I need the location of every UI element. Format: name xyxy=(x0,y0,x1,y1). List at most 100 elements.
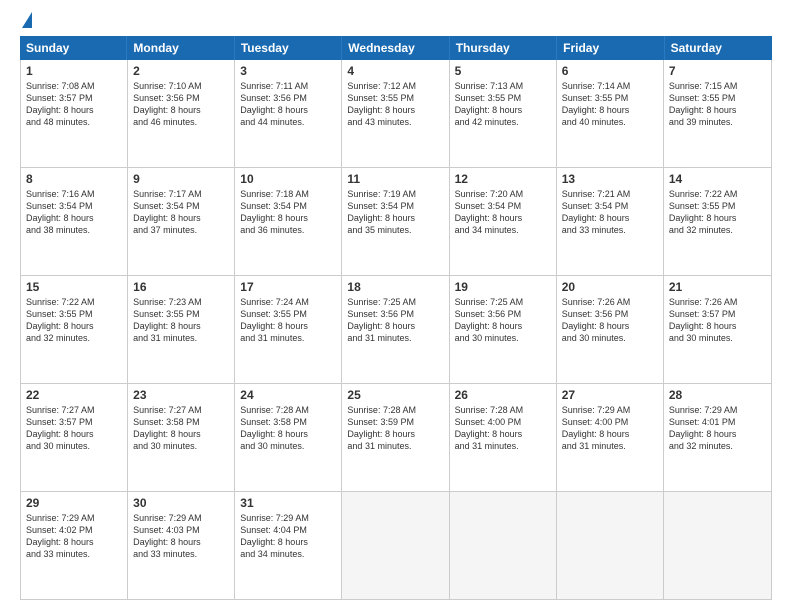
calendar-day-31: 31 Sunrise: 7:29 AMSunset: 4:04 PMDayligh… xyxy=(235,492,342,599)
day-number: 2 xyxy=(133,64,229,78)
day-number: 29 xyxy=(26,496,122,510)
day-number: 28 xyxy=(669,388,766,402)
calendar-week-1: 1 Sunrise: 7:08 AMSunset: 3:57 PMDaylight… xyxy=(21,60,771,168)
day-number: 24 xyxy=(240,388,336,402)
calendar-body: 1 Sunrise: 7:08 AMSunset: 3:57 PMDaylight… xyxy=(20,60,772,600)
day-number: 4 xyxy=(347,64,443,78)
day-number: 23 xyxy=(133,388,229,402)
day-number: 27 xyxy=(562,388,658,402)
header-day-saturday: Saturday xyxy=(665,36,772,60)
calendar-day-18: 18Sunrise: 7:25 AMSunset: 3:56 PMDayligh… xyxy=(342,276,449,383)
day-info: Sunrise: 7:10 AMSunset: 3:56 PMDaylight:… xyxy=(133,80,229,129)
day-info: Sunrise: 7:19 AMSunset: 3:54 PMDaylight:… xyxy=(347,188,443,237)
day-number: 21 xyxy=(669,280,766,294)
logo xyxy=(20,16,32,28)
calendar-week-3: 15Sunrise: 7:22 AMSunset: 3:55 PMDayligh… xyxy=(21,276,771,384)
calendar-day-14: 14 Sunrise: 7:22 AMSunset: 3:55 PMDayligh… xyxy=(664,168,771,275)
calendar-day-16: 16Sunrise: 7:23 AMSunset: 3:55 PMDayligh… xyxy=(128,276,235,383)
calendar-day-17: 17Sunrise: 7:24 AMSunset: 3:55 PMDayligh… xyxy=(235,276,342,383)
day-info: Sunrise: 7:27 AMSunset: 3:58 PMDaylight:… xyxy=(133,404,229,453)
day-number: 7 xyxy=(669,64,766,78)
calendar-day-20: 20Sunrise: 7:26 AMSunset: 3:56 PMDayligh… xyxy=(557,276,664,383)
page: SundayMondayTuesdayWednesdayThursdayFrid… xyxy=(0,0,792,612)
day-info: Sunrise: 7:21 AMSunset: 3:54 PMDaylight:… xyxy=(562,188,658,237)
day-info: Sunrise: 7:29 AMSunset: 4:02 PMDaylight:… xyxy=(26,512,122,561)
day-info: Sunrise: 7:12 AMSunset: 3:55 PMDaylight:… xyxy=(347,80,443,129)
calendar-day-21: 21 Sunrise: 7:26 AMSunset: 3:57 PMDayligh… xyxy=(664,276,771,383)
day-number: 25 xyxy=(347,388,443,402)
day-info: Sunrise: 7:29 AMSunset: 4:01 PMDaylight:… xyxy=(669,404,766,453)
day-number: 14 xyxy=(669,172,766,186)
day-info: Sunrise: 7:26 AMSunset: 3:57 PMDaylight:… xyxy=(669,296,766,345)
logo-triangle-icon xyxy=(22,12,32,28)
day-number: 5 xyxy=(455,64,551,78)
calendar-day-12: 12 Sunrise: 7:20 AMSunset: 3:54 PMDayligh… xyxy=(450,168,557,275)
day-number: 30 xyxy=(133,496,229,510)
day-info: Sunrise: 7:16 AMSunset: 3:54 PMDaylight:… xyxy=(26,188,122,237)
day-info: Sunrise: 7:20 AMSunset: 3:54 PMDaylight:… xyxy=(455,188,551,237)
calendar-day-13: 13 Sunrise: 7:21 AMSunset: 3:54 PMDayligh… xyxy=(557,168,664,275)
day-info: Sunrise: 7:29 AMSunset: 4:04 PMDaylight:… xyxy=(240,512,336,561)
calendar-rows: 1 Sunrise: 7:08 AMSunset: 3:57 PMDaylight… xyxy=(21,60,771,599)
day-info: Sunrise: 7:24 AMSunset: 3:55 PMDaylight:… xyxy=(240,296,336,345)
day-number: 18 xyxy=(347,280,443,294)
header-day-wednesday: Wednesday xyxy=(342,36,449,60)
calendar-day-15: 15Sunrise: 7:22 AMSunset: 3:55 PMDayligh… xyxy=(21,276,128,383)
calendar-day-29: 29 Sunrise: 7:29 AMSunset: 4:02 PMDayligh… xyxy=(21,492,128,599)
day-info: Sunrise: 7:29 AMSunset: 4:00 PMDaylight:… xyxy=(562,404,658,453)
calendar-day-25: 25 Sunrise: 7:28 AMSunset: 3:59 PMDayligh… xyxy=(342,384,449,491)
day-number: 19 xyxy=(455,280,551,294)
day-info: Sunrise: 7:15 AMSunset: 3:55 PMDaylight:… xyxy=(669,80,766,129)
header-day-thursday: Thursday xyxy=(450,36,557,60)
calendar-week-4: 22 Sunrise: 7:27 AMSunset: 3:57 PMDayligh… xyxy=(21,384,771,492)
day-number: 22 xyxy=(26,388,122,402)
header-day-friday: Friday xyxy=(557,36,664,60)
calendar-day-6: 6 Sunrise: 7:14 AMSunset: 3:55 PMDaylight… xyxy=(557,60,664,167)
header-day-tuesday: Tuesday xyxy=(235,36,342,60)
calendar-week-5: 29 Sunrise: 7:29 AMSunset: 4:02 PMDayligh… xyxy=(21,492,771,599)
calendar-day-28: 28 Sunrise: 7:29 AMSunset: 4:01 PMDayligh… xyxy=(664,384,771,491)
day-info: Sunrise: 7:26 AMSunset: 3:56 PMDaylight:… xyxy=(562,296,658,345)
calendar-day-11: 11 Sunrise: 7:19 AMSunset: 3:54 PMDayligh… xyxy=(342,168,449,275)
header xyxy=(20,16,772,28)
calendar-empty-cell xyxy=(450,492,557,599)
calendar-day-19: 19 Sunrise: 7:25 AMSunset: 3:56 PMDayligh… xyxy=(450,276,557,383)
day-info: Sunrise: 7:27 AMSunset: 3:57 PMDaylight:… xyxy=(26,404,122,453)
day-info: Sunrise: 7:18 AMSunset: 3:54 PMDaylight:… xyxy=(240,188,336,237)
day-number: 8 xyxy=(26,172,122,186)
day-number: 6 xyxy=(562,64,658,78)
calendar-day-8: 8 Sunrise: 7:16 AMSunset: 3:54 PMDaylight… xyxy=(21,168,128,275)
calendar-day-27: 27 Sunrise: 7:29 AMSunset: 4:00 PMDayligh… xyxy=(557,384,664,491)
calendar-week-2: 8 Sunrise: 7:16 AMSunset: 3:54 PMDaylight… xyxy=(21,168,771,276)
calendar-day-1: 1 Sunrise: 7:08 AMSunset: 3:57 PMDaylight… xyxy=(21,60,128,167)
day-number: 13 xyxy=(562,172,658,186)
calendar-day-26: 26Sunrise: 7:28 AMSunset: 4:00 PMDayligh… xyxy=(450,384,557,491)
calendar-day-22: 22 Sunrise: 7:27 AMSunset: 3:57 PMDayligh… xyxy=(21,384,128,491)
day-number: 1 xyxy=(26,64,122,78)
calendar-day-10: 10 Sunrise: 7:18 AMSunset: 3:54 PMDayligh… xyxy=(235,168,342,275)
day-info: Sunrise: 7:22 AMSunset: 3:55 PMDaylight:… xyxy=(669,188,766,237)
day-info: Sunrise: 7:23 AMSunset: 3:55 PMDaylight:… xyxy=(133,296,229,345)
calendar-empty-cell xyxy=(342,492,449,599)
calendar-day-7: 7 Sunrise: 7:15 AMSunset: 3:55 PMDaylight… xyxy=(664,60,771,167)
calendar-day-23: 23 Sunrise: 7:27 AMSunset: 3:58 PMDayligh… xyxy=(128,384,235,491)
day-info: Sunrise: 7:25 AMSunset: 3:56 PMDaylight:… xyxy=(455,296,551,345)
calendar-day-2: 2 Sunrise: 7:10 AMSunset: 3:56 PMDaylight… xyxy=(128,60,235,167)
day-number: 10 xyxy=(240,172,336,186)
header-day-sunday: Sunday xyxy=(20,36,127,60)
day-number: 26 xyxy=(455,388,551,402)
day-number: 12 xyxy=(455,172,551,186)
day-info: Sunrise: 7:08 AMSunset: 3:57 PMDaylight:… xyxy=(26,80,122,129)
day-info: Sunrise: 7:28 AMSunset: 3:59 PMDaylight:… xyxy=(347,404,443,453)
calendar-day-4: 4 Sunrise: 7:12 AMSunset: 3:55 PMDaylight… xyxy=(342,60,449,167)
day-info: Sunrise: 7:14 AMSunset: 3:55 PMDaylight:… xyxy=(562,80,658,129)
calendar-day-3: 3Sunrise: 7:11 AMSunset: 3:56 PMDaylight… xyxy=(235,60,342,167)
calendar-day-30: 30 Sunrise: 7:29 AMSunset: 4:03 PMDayligh… xyxy=(128,492,235,599)
day-info: Sunrise: 7:13 AMSunset: 3:55 PMDaylight:… xyxy=(455,80,551,129)
day-info: Sunrise: 7:29 AMSunset: 4:03 PMDaylight:… xyxy=(133,512,229,561)
day-number: 9 xyxy=(133,172,229,186)
day-number: 31 xyxy=(240,496,336,510)
day-number: 11 xyxy=(347,172,443,186)
calendar-header: SundayMondayTuesdayWednesdayThursdayFrid… xyxy=(20,36,772,60)
calendar-empty-cell xyxy=(557,492,664,599)
